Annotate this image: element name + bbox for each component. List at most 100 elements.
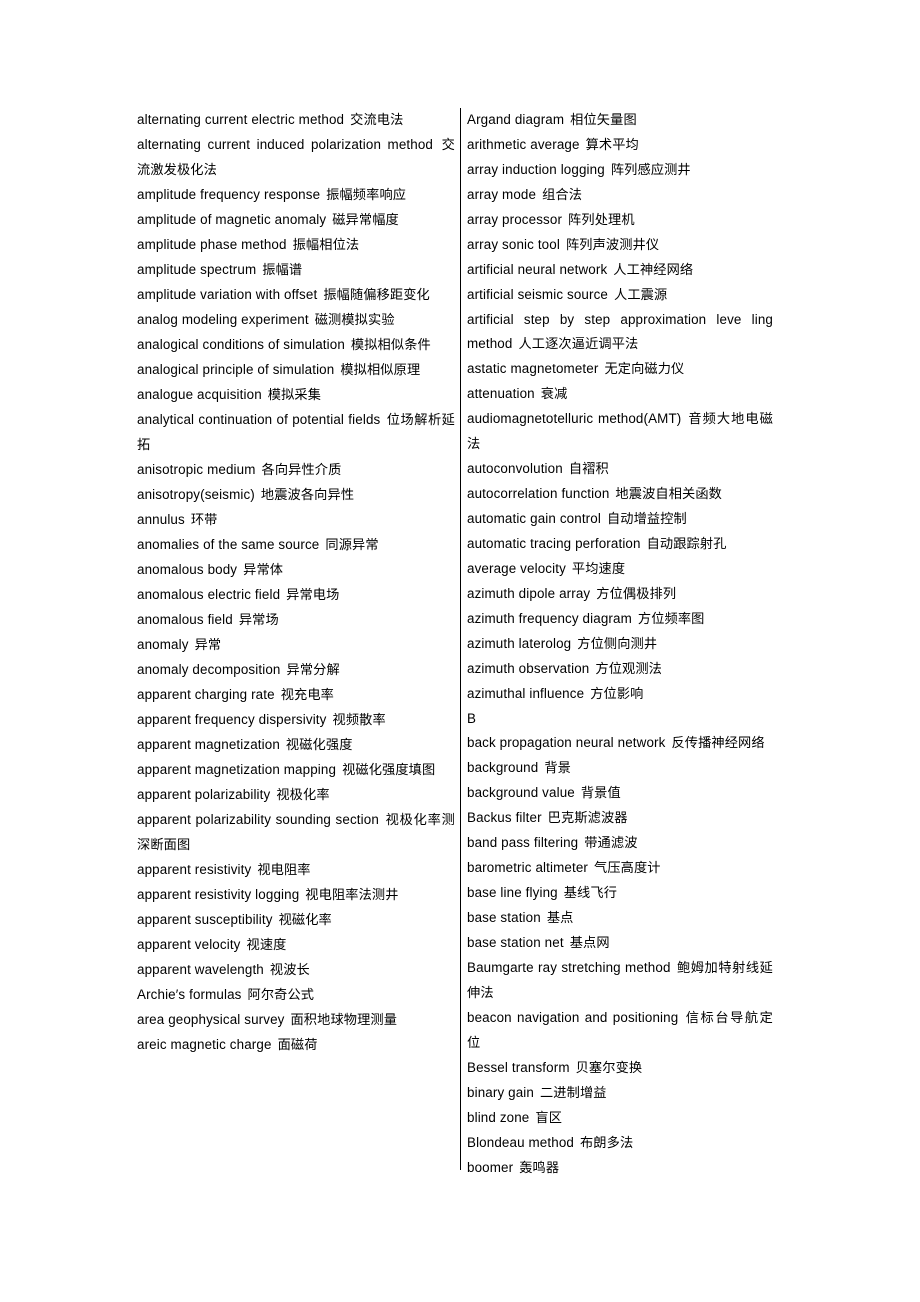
glossary-entry: apparent velocity 视速度 xyxy=(137,933,455,958)
entry-term-en: anisotropy(seismic) xyxy=(137,487,255,502)
glossary-entry: amplitude frequency response 振幅频率响应 xyxy=(137,183,455,208)
entry-term-zh: 阵列处理机 xyxy=(568,213,635,228)
entry-term-zh: 反传播神经网络 xyxy=(671,736,765,751)
entry-term-en: base line flying xyxy=(467,885,558,900)
entry-term-en: Blondeau method xyxy=(467,1135,574,1150)
glossary-entry: artificial step by step approximation le… xyxy=(467,308,773,357)
entry-term-zh: 自褶积 xyxy=(568,462,609,477)
glossary-entry: automatic gain control 自动增益控制 xyxy=(467,507,773,532)
entry-term-en: automatic tracing perforation xyxy=(467,536,641,551)
entry-term-en: base station xyxy=(467,910,541,925)
entry-term-zh: 模拟相似条件 xyxy=(350,338,431,353)
entry-term-en: artificial seismic source xyxy=(467,287,609,302)
glossary-entry: apparent magnetization mapping 视磁化强度填图 xyxy=(137,758,455,783)
entry-term-en: array sonic tool xyxy=(467,237,560,252)
entry-term-en: barometric altimeter xyxy=(467,860,588,875)
entry-term-zh: 振幅相位法 xyxy=(292,238,360,253)
entry-term-en: array induction logging xyxy=(467,162,605,177)
entry-term-zh: 异常场 xyxy=(238,613,279,628)
entry-term-zh: 衰减 xyxy=(540,387,568,402)
glossary-entry: apparent polarizability sounding section… xyxy=(137,808,455,858)
glossary-entry: attenuation 衰减 xyxy=(467,382,773,407)
entry-term-en: annulus xyxy=(137,512,185,527)
entry-term-zh: 各向异性介质 xyxy=(261,463,342,478)
entry-term-en: anomalous field xyxy=(137,612,233,627)
entry-term-en: automatic gain control xyxy=(467,511,601,526)
glossary-entry: audiomagnetotelluric method(AMT) 音频大地电磁法 xyxy=(467,407,773,457)
glossary-entry: array induction logging 阵列感应测井 xyxy=(467,158,773,183)
glossary-entry: anomaly decomposition 异常分解 xyxy=(137,658,455,683)
glossary-entry: Argand diagram 相位矢量图 xyxy=(467,108,773,133)
entry-term-zh: 视磁化强度 xyxy=(285,738,353,753)
glossary-entry: anisotropic medium 各向异性介质 xyxy=(137,458,455,483)
glossary-entry: artificial neural network 人工神经网络 xyxy=(467,258,773,283)
glossary-entry: apparent wavelength 视波长 xyxy=(137,958,455,983)
entry-term-zh: 方位观测法 xyxy=(595,662,662,677)
glossary-entry: azimuthal influence 方位影响 xyxy=(467,682,773,707)
entry-term-en: amplitude spectrum xyxy=(137,262,257,277)
entry-term-zh: 相位矢量图 xyxy=(570,113,637,128)
glossary-entry: beacon navigation and positioning 信标台导航定位 xyxy=(467,1006,773,1056)
entry-term-zh: 振幅谱 xyxy=(262,263,303,278)
entry-term-en: Backus filter xyxy=(467,810,542,825)
glossary-entry: apparent susceptibility 视磁化率 xyxy=(137,908,455,933)
entry-term-zh: 环带 xyxy=(190,513,218,528)
entry-term-zh: 布朗多法 xyxy=(579,1136,634,1151)
entry-term-en: Argand diagram xyxy=(467,112,565,127)
entry-term-zh: 阵列感应测井 xyxy=(610,163,691,178)
entry-term-en: autoconvolution xyxy=(467,461,563,476)
glossary-entry: anomaly 异常 xyxy=(137,633,455,658)
entry-term-en: apparent susceptibility xyxy=(137,912,273,927)
entry-term-zh: 盲区 xyxy=(535,1111,563,1126)
glossary-entry: azimuth dipole array 方位偶极排列 xyxy=(467,582,773,607)
entry-term-en: alternating current electric method xyxy=(137,112,345,127)
entry-term-en: azimuth laterolog xyxy=(467,636,572,651)
entry-term-zh: 模拟采集 xyxy=(267,388,322,403)
entry-term-zh: 视频散率 xyxy=(332,713,386,728)
entry-term-zh: 人工逐次逼近调平法 xyxy=(518,337,639,352)
entry-term-zh: 贝塞尔变换 xyxy=(575,1061,643,1076)
glossary-entry: analogue acquisition 模拟采集 xyxy=(137,383,455,408)
glossary-columns: alternating current electric method 交流电法 a… xyxy=(137,108,785,1181)
glossary-entry: apparent polarizability 视极化率 xyxy=(137,783,455,808)
glossary-entry: band pass filtering 带通滤波 xyxy=(467,831,773,856)
entry-term-zh: 地震波自相关函数 xyxy=(615,487,722,502)
glossary-entry: Bessel transform 贝塞尔变换 xyxy=(467,1056,773,1081)
entry-term-zh: 基线飞行 xyxy=(563,886,618,901)
entry-term-en: band pass filtering xyxy=(467,835,579,850)
glossary-entry: array sonic tool 阵列声波测井仪 xyxy=(467,233,773,258)
glossary-entry: Archie′s formulas 阿尔奇公式 xyxy=(137,983,455,1008)
glossary-entry: anomalous body 异常体 xyxy=(137,558,455,583)
entry-term-zh: 视速度 xyxy=(246,938,287,953)
entry-term-en: apparent resistivity xyxy=(137,862,252,877)
entry-term-zh: 视磁化率 xyxy=(278,913,332,928)
glossary-entry: anomalous electric field 异常电场 xyxy=(137,583,455,608)
glossary-entry: anomalous field 异常场 xyxy=(137,608,455,633)
glossary-entry: array mode 组合法 xyxy=(467,183,773,208)
entry-term-en: azimuth observation xyxy=(467,661,590,676)
entry-term-en: analytical continuation of potential fie… xyxy=(137,412,381,427)
entry-term-en: array mode xyxy=(467,187,537,202)
entry-term-en: anisotropic medium xyxy=(137,462,256,477)
entry-term-en: arithmetic average xyxy=(467,137,580,152)
entry-term-en: Bessel transform xyxy=(467,1060,570,1075)
glossary-entry: areic magnetic charge 面磁荷 xyxy=(137,1033,455,1058)
entry-term-zh: 方位频率图 xyxy=(637,612,705,627)
glossary-entry: analogical conditions of simulation 模拟相似条… xyxy=(137,333,455,358)
entry-term-zh: 视磁化强度填图 xyxy=(342,763,436,778)
entry-term-zh: 视极化率 xyxy=(276,788,330,803)
entry-term-en: background xyxy=(467,760,539,775)
glossary-entry: amplitude variation with offset 振幅随偏移距变化 xyxy=(137,283,455,308)
entry-term-en: binary gain xyxy=(467,1085,534,1100)
entry-term-zh: 人工震源 xyxy=(614,288,668,303)
entry-term-en: anomaly xyxy=(137,637,189,652)
entry-term-zh: 人工神经网络 xyxy=(613,263,694,278)
entry-term-zh: 轰鸣器 xyxy=(519,1161,560,1176)
entry-term-en: apparent resistivity logging xyxy=(137,887,300,902)
glossary-entry: area geophysical survey 面积地球物理测量 xyxy=(137,1008,455,1033)
entry-term-en: beacon navigation and positioning xyxy=(467,1010,679,1025)
entry-term-zh: 振幅频率响应 xyxy=(326,188,407,203)
entry-term-en: apparent velocity xyxy=(137,937,241,952)
entry-term-zh: 组合法 xyxy=(542,188,583,203)
entry-term-en: apparent magnetization mapping xyxy=(137,762,337,777)
